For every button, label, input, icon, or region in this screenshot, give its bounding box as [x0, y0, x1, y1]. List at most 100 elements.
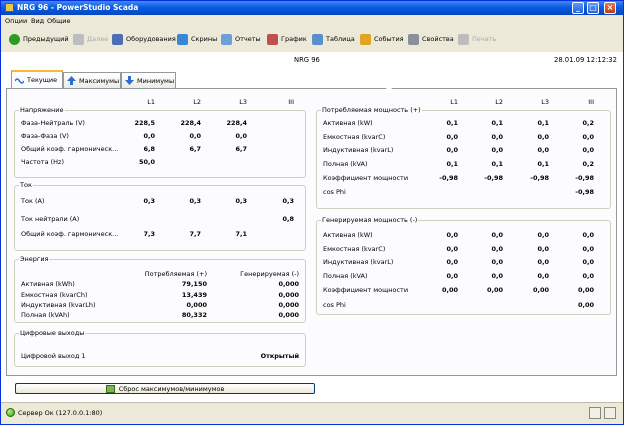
measure-value: 0,0 — [235, 132, 247, 140]
notification-icon[interactable] — [604, 407, 616, 419]
measure-label: Фаза-Фаза (V) — [21, 132, 69, 140]
app-icon — [5, 3, 14, 12]
properties-icon — [408, 33, 419, 45]
measure-value: 0,0 — [446, 245, 458, 253]
measure-value: 6,7 — [189, 145, 201, 153]
device-name: NRG 96 — [294, 56, 320, 64]
back-button[interactable]: Предыдущий — [9, 32, 69, 46]
energy-consumed-value: 79,150 — [181, 280, 207, 288]
maximize-button[interactable]: □ — [587, 2, 599, 14]
right-phase-header: III — [588, 98, 594, 106]
reset-max-min-button[interactable]: Сброс максимумов/минимумов — [15, 383, 315, 394]
print-button[interactable]: Печать — [458, 32, 496, 46]
main-content: NRG 96 28.01.09 12:12:32 Текущие Максиму… — [1, 52, 623, 402]
measure-value: 0,0 — [491, 272, 503, 280]
measure-value: 0,3 — [189, 197, 201, 205]
menu-options[interactable]: Опции — [5, 17, 27, 25]
screen-icon — [177, 33, 188, 45]
measure-label: Ток нейтрали (A) — [21, 215, 80, 223]
measure-value: -0,98 — [439, 174, 458, 182]
measure-value: -0,98 — [530, 174, 549, 182]
close-button[interactable]: × — [604, 2, 616, 14]
measure-value: 0,0 — [582, 133, 594, 141]
energy-label: Активная (kWh) — [21, 280, 75, 288]
digital-outputs-group: Цифровые выходы — [14, 329, 306, 367]
measure-label: Коэффициент мощности — [323, 286, 409, 294]
toolbar: Предыдущий Далее Оборудования Скрины Отч… — [1, 26, 623, 52]
up-arrow-icon — [67, 76, 76, 85]
measure-value: 0,1 — [537, 119, 549, 127]
menu-general[interactable]: Общие — [47, 17, 70, 25]
measure-value: 0,3 — [235, 197, 247, 205]
minimize-button[interactable]: _ — [572, 2, 584, 14]
measure-label: Общий коэф. гармоническ... — [21, 145, 119, 153]
measure-label: Коэффициент мощности — [323, 174, 409, 182]
measure-value: 0,0 — [582, 245, 594, 253]
title-bar[interactable]: NRG 96 - PowerStudio Scada _ □ × — [1, 1, 623, 15]
graph-button[interactable]: График — [267, 32, 307, 46]
measure-label: Емкостная (kvarC) — [323, 245, 386, 253]
next-button[interactable]: Далее — [73, 32, 108, 46]
measure-label: Частота (Hz) — [21, 158, 64, 166]
measure-label: Активная (kW) — [323, 119, 373, 127]
measure-value: 0,1 — [491, 160, 503, 168]
measure-value: 0,0 — [446, 133, 458, 141]
measure-value: 0,0 — [491, 245, 503, 253]
measure-value: 0,0 — [491, 133, 503, 141]
menu-bar: Опции Вид Общие — [1, 15, 623, 26]
digital-output-label: Цифровой выход 1 — [21, 352, 86, 360]
server-status-text: Сервер Ок (127.0.0.1:80) — [18, 409, 103, 417]
energy-consumed-header: Потребляемая (+) — [144, 270, 207, 278]
measure-value: 0,0 — [537, 231, 549, 239]
measure-value: 0,0 — [582, 272, 594, 280]
measure-label: Активная (kW) — [323, 231, 373, 239]
table-icon — [312, 33, 323, 45]
measure-value: 228,5 — [134, 119, 155, 127]
left-phase-header: L1 — [147, 98, 155, 106]
left-phase-header: III — [288, 98, 294, 106]
device-datetime: 28.01.09 12:12:32 — [554, 56, 617, 64]
measure-value: 0,0 — [582, 146, 594, 154]
graph-icon — [267, 33, 278, 45]
measure-value: 0,3 — [282, 197, 294, 205]
measure-label: Полная (kVA) — [323, 160, 368, 168]
measure-value: 6,7 — [235, 145, 247, 153]
report-icon — [221, 33, 232, 45]
energy-generated-value: 0,000 — [278, 291, 299, 299]
properties-button[interactable]: Свойства — [408, 32, 454, 46]
measure-value: 0,2 — [582, 119, 594, 127]
tab-minimums[interactable]: Минимумы — [121, 72, 176, 88]
measure-value: 0,8 — [282, 215, 294, 223]
measure-value: 0,0 — [582, 231, 594, 239]
menu-view[interactable]: Вид — [31, 17, 44, 25]
app-window: NRG 96 - PowerStudio Scada _ □ × Опции В… — [0, 0, 624, 425]
measure-value: 7,1 — [235, 230, 247, 238]
reports-button[interactable]: Отчеты — [221, 32, 261, 46]
power-consumed-title: Потребляемая мощность (+) — [321, 106, 422, 114]
digital-outputs-title: Цифровые выходы — [19, 329, 86, 337]
tab-maximums[interactable]: Максимумы — [63, 72, 121, 88]
status-bar: Сервер Ок (127.0.0.1:80) — [1, 402, 623, 424]
table-button[interactable]: Таблица — [312, 32, 355, 46]
devices-button[interactable]: Оборудования — [112, 32, 176, 46]
alarm-icon[interactable] — [589, 407, 601, 419]
measure-label: Индуктивная (kvarL) — [323, 258, 394, 266]
measure-label: Общий коэф. гармоническ... — [21, 230, 119, 238]
tab-current[interactable]: Текущие — [11, 70, 63, 88]
measure-value: 6,8 — [143, 145, 155, 153]
measure-value: 0,1 — [491, 119, 503, 127]
measure-value: 228,4 — [180, 119, 201, 127]
measure-label: Фаза-Нейтраль (V) — [21, 119, 85, 127]
screens-button[interactable]: Скрины — [177, 32, 217, 46]
voltage-title: Напряжение — [19, 106, 65, 114]
energy-title: Энергия — [19, 255, 50, 263]
measure-value: 50,0 — [138, 158, 155, 166]
events-button[interactable]: События — [360, 32, 404, 46]
print-icon — [458, 33, 469, 45]
energy-label: Полная (kVAh) — [21, 311, 70, 319]
measure-label: Ток (A) — [21, 197, 45, 205]
measure-value: 0,1 — [537, 160, 549, 168]
measure-value: 0,0 — [446, 146, 458, 154]
measure-value: 0,2 — [582, 160, 594, 168]
energy-label: Индуктивная (kvarLh) — [21, 301, 96, 309]
